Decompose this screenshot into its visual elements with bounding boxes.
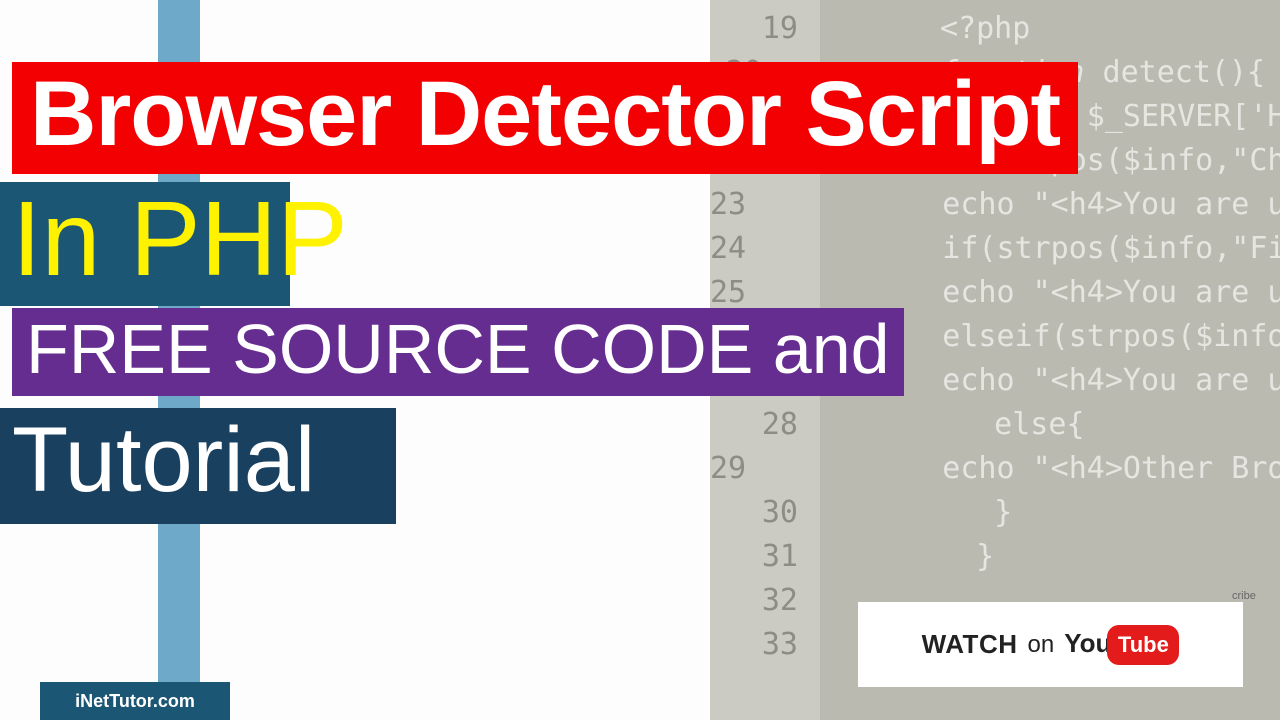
youtube-on-label: on <box>1028 631 1055 659</box>
code-text: echo "<h4>You are u <box>768 187 1280 222</box>
line-number: 24 <box>710 231 768 266</box>
code-line: 23 echo "<h4>You are u <box>710 182 1280 226</box>
line-number: 30 <box>710 495 820 530</box>
youtube-watch-label: WATCH <box>922 629 1018 660</box>
headline-line3: FREE SOURCE CODE and <box>12 308 904 396</box>
line-number: 32 <box>710 583 820 618</box>
youtube-you-label: You <box>1064 628 1111 658</box>
line-number: 19 <box>710 11 820 46</box>
line-number: 31 <box>710 539 820 574</box>
code-text: echo "<h4>You are u <box>768 275 1280 310</box>
code-text: } <box>820 495 1012 530</box>
code-line: 29 echo "<h4>Other Bro <box>710 446 1280 490</box>
code-text: else{ <box>820 407 1085 442</box>
brand-badge[interactable]: iNetTutor.com <box>40 682 230 720</box>
code-line: 24 if(strpos($info,"Fi <box>710 226 1280 270</box>
code-text: if(strpos($info,"Fi <box>768 231 1280 266</box>
youtube-callout[interactable]: WATCH on YouTube <box>858 602 1243 687</box>
code-text: } <box>820 539 994 574</box>
line-number: 23 <box>710 187 768 222</box>
line-number: 25 <box>710 275 768 310</box>
headline-subtitle: In PHP <box>12 186 348 292</box>
headline-title: Browser Detector Script <box>12 62 1078 174</box>
code-line: 28 else{ <box>710 402 1280 446</box>
subscribe-fragment: cribe <box>1232 590 1256 602</box>
code-line: 31 } <box>710 534 1280 578</box>
code-line: 30 } <box>710 490 1280 534</box>
line-number: 33 <box>710 627 820 662</box>
headline-line4: Tutorial <box>12 414 315 506</box>
line-number: 29 <box>710 451 768 486</box>
code-text: <?php <box>820 11 1030 46</box>
code-line: 19<?php <box>710 6 1280 50</box>
youtube-tube-icon: Tube <box>1107 625 1179 665</box>
line-number: 28 <box>710 407 820 442</box>
code-text: echo "<h4>Other Bro <box>768 451 1280 486</box>
